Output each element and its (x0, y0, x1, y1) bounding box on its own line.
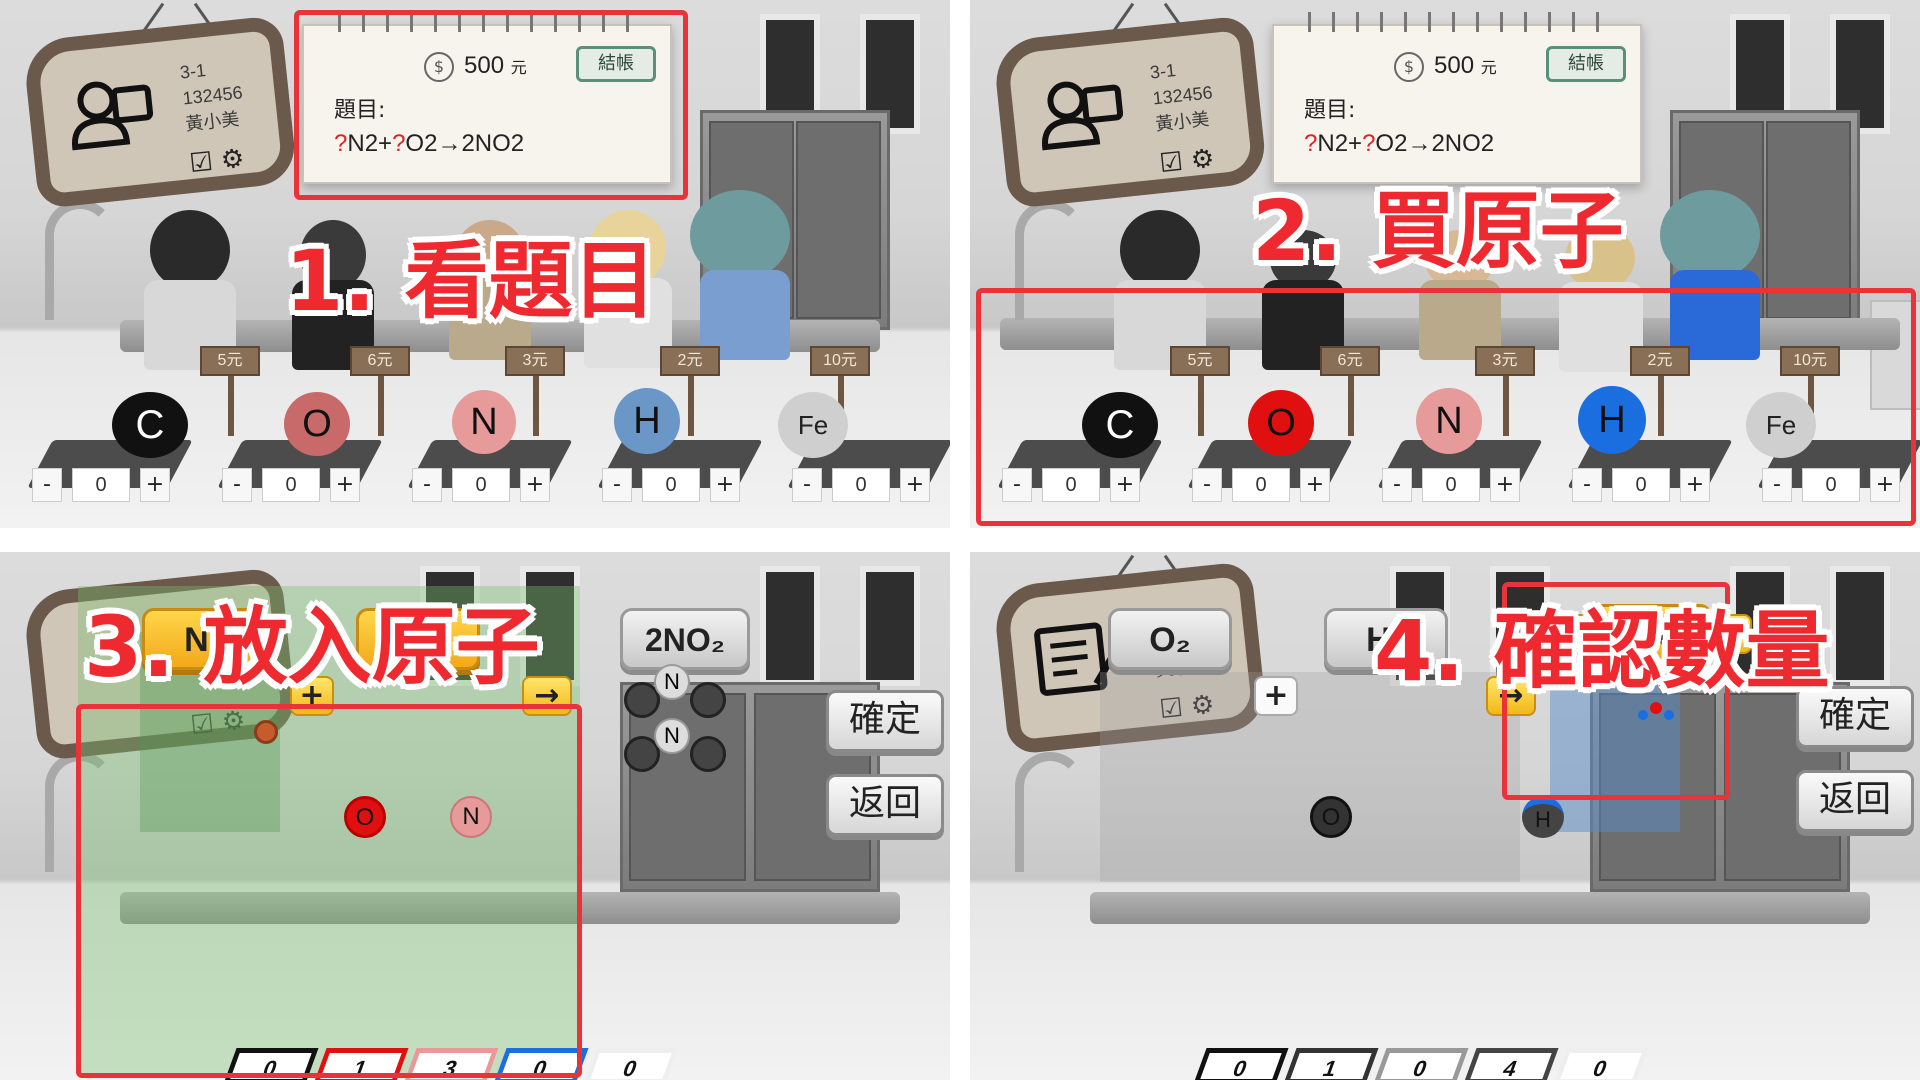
counter-hydrogen: 4 (1463, 1048, 1559, 1080)
student-sign: 3-1 132456 黃小美 ☑ ⚙ (21, 14, 299, 210)
plus-button[interactable]: + (140, 468, 170, 502)
price-tag: 2元 (660, 346, 720, 436)
student-name: 黃小美 (184, 108, 241, 135)
plus-button[interactable]: + (900, 468, 930, 502)
gear-icon[interactable]: ⚙ (219, 144, 245, 176)
counter-iron: 0 (583, 1048, 679, 1080)
step-label: 4. 確認數量 (1374, 602, 1830, 700)
plus-button[interactable]: + (710, 468, 740, 502)
highlight-box (976, 288, 1916, 526)
student-sign: 3-1 132456 黃小美 ☑ ⚙ (991, 14, 1269, 210)
counter-oxygen: 1 (1283, 1048, 1379, 1080)
step-label: 2. 買原子 (1252, 182, 1624, 280)
coin-icon: $ (1394, 52, 1424, 82)
price-tag: 3元 (505, 346, 565, 436)
question-formula: ?N2+?O2→2NO2 (1304, 130, 1495, 157)
price-tag: 5元 (200, 346, 260, 436)
wall-window (1830, 566, 1890, 686)
minus-button[interactable]: - (792, 468, 822, 502)
student-avatar-icon (1042, 81, 1124, 151)
molecule-atom: N (654, 718, 690, 754)
panel-step-2: 3-1 132456 黃小美 ☑ ⚙ $ 500 元 結帳 題目: ?N2+?O… (970, 0, 1920, 528)
product-button-2no2[interactable]: 2NO₂ (620, 608, 750, 670)
atom-oxygen[interactable]: O (284, 392, 350, 456)
molecule-atom: N (654, 664, 690, 700)
question-label: 題目: (1304, 98, 1356, 123)
highlight-box (294, 10, 688, 200)
minus-button[interactable]: - (412, 468, 442, 502)
atom-hydrogen[interactable]: H (1522, 796, 1564, 838)
quantity-value: 0 (72, 468, 130, 502)
tutorial-grid: 3-1 132456 黃小美 ☑ ⚙ $ 500 元 結帳 題目: ?N2+?O… (0, 0, 1920, 1080)
quantity-value: 0 (452, 468, 510, 502)
atom-iron[interactable]: Fe (778, 392, 848, 458)
panel-step-1: 3-1 132456 黃小美 ☑ ⚙ $ 500 元 結帳 題目: ?N2+?O… (0, 0, 950, 528)
counter-nitrogen: 0 (1373, 1048, 1469, 1080)
molecule-atom (690, 736, 726, 772)
wall-window (760, 566, 820, 686)
plus-operator: + (1254, 676, 1298, 716)
back-button[interactable]: 返回 (1796, 770, 1914, 832)
gear-icon[interactable]: ⚙ (1189, 144, 1215, 176)
quantity-value: 0 (642, 468, 700, 502)
step-label: 1. 看題目 (285, 232, 657, 330)
minus-button[interactable]: - (32, 468, 62, 502)
wall-window (860, 566, 920, 686)
faucet (1015, 752, 1085, 872)
currency: 元 (1480, 60, 1497, 77)
confirm-button[interactable]: 確定 (826, 690, 944, 752)
highlight-box (76, 704, 582, 1078)
student-avatar-icon (72, 81, 154, 151)
minus-button[interactable]: - (222, 468, 252, 502)
quantity-value: 0 (832, 468, 890, 502)
money-amount: 500 (1434, 52, 1475, 79)
checkout-button[interactable]: 結帳 (1546, 46, 1626, 82)
step-label: 3. 放入原子 (84, 598, 540, 696)
minus-button[interactable]: - (602, 468, 632, 502)
question-card: $ 500 元 結帳 題目: ?N2+?O2→2NO2 (1272, 12, 1642, 184)
panel-step-4: 3-3 132456 黃小美 ☑ ⚙ O₂ H₂ H₂O − + + → 確定 … (970, 552, 1920, 1080)
price-tag: 10元 (810, 346, 870, 436)
panel-step-3: ☑ ⚙ N₂ O₂ 2NO₂ + → N N 確定 返回 O N 0 1 3 0… (0, 552, 950, 1080)
atom-hydrogen[interactable]: H (614, 388, 680, 454)
lab-bench (1090, 892, 1870, 924)
plus-button[interactable]: + (330, 468, 360, 502)
student-name: 黃小美 (1154, 108, 1211, 135)
atom-nitrogen[interactable]: N (452, 390, 516, 454)
atom-carbon[interactable]: C (112, 392, 188, 458)
atom-oxygen[interactable]: O (1310, 796, 1352, 838)
checklist-icon[interactable]: ☑ (1158, 147, 1184, 179)
quantity-value: 0 (262, 468, 320, 502)
reactant-button-o2[interactable]: O₂ (1108, 608, 1232, 670)
counter-carbon: 0 (1193, 1048, 1289, 1080)
plus-button[interactable]: + (520, 468, 550, 502)
price-tag: 6元 (350, 346, 410, 436)
counter-iron: 0 (1553, 1048, 1649, 1080)
checklist-icon[interactable]: ☑ (188, 147, 214, 179)
back-button[interactable]: 返回 (826, 774, 944, 836)
molecule-atom (690, 682, 726, 718)
faucet (45, 200, 115, 320)
